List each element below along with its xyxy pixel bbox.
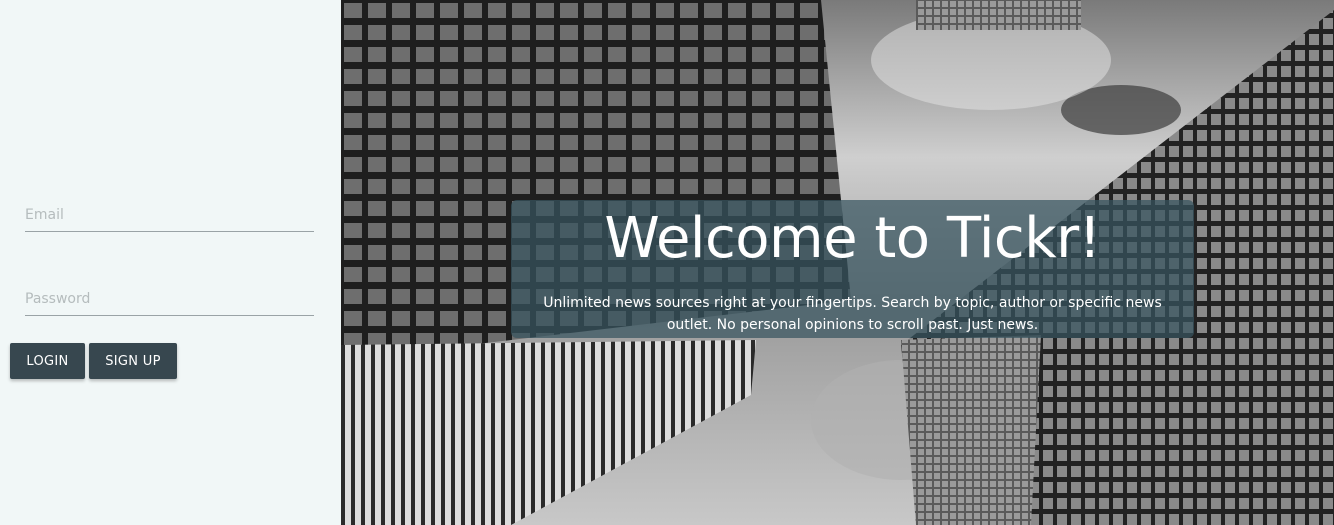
hero-background: Welcome to Tickr! Unlimited news sources… [341, 0, 1334, 525]
password-field[interactable] [25, 291, 314, 315]
welcome-overlay: Welcome to Tickr! Unlimited news sources… [511, 200, 1194, 338]
login-panel: LOGIN SIGN UP [0, 0, 341, 525]
email-field[interactable] [25, 207, 314, 231]
signup-button[interactable]: SIGN UP [89, 343, 177, 379]
login-page: LOGIN SIGN UP [0, 0, 1334, 525]
auth-button-row: LOGIN SIGN UP [10, 343, 177, 379]
email-field-wrapper [25, 204, 314, 232]
password-field-wrapper [25, 288, 314, 316]
welcome-title: Welcome to Tickr! [604, 206, 1101, 271]
welcome-subtitle: Unlimited news sources right at your fin… [543, 295, 1162, 333]
login-button[interactable]: LOGIN [10, 343, 85, 379]
